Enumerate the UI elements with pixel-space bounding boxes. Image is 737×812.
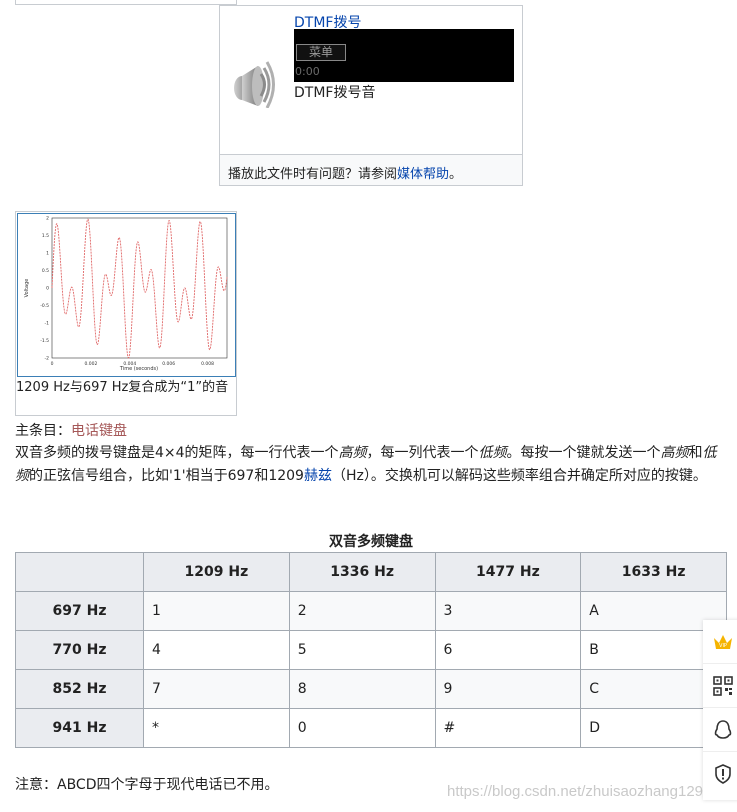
chart-y-tick-label: -1 [45, 321, 50, 327]
table-cell: * [143, 708, 290, 748]
dtmf-waveform-chart[interactable]: 0 0.002 0.004 0.006 0.008 2 1.5 1 0.5 0 -0.5 -1 -1.… [17, 213, 236, 377]
chart-xlabel: Time (seconds) [119, 366, 158, 372]
chart-x-tick-label: 0.008 [201, 361, 214, 367]
para-text-2: ，每一列代表一个 [366, 445, 479, 461]
table-row: 770 Hz 4 5 6 B [15, 630, 727, 670]
table-row: 852 Hz 7 8 9 C [15, 669, 727, 709]
table-cell: # [434, 708, 582, 748]
main-item-line: 主条目：电话键盘 [15, 420, 127, 440]
qq-penguin-icon[interactable] [703, 708, 737, 752]
main-item-prefix: 主条目： [15, 423, 71, 439]
figure-caption: 1209 Hz与697 Hz复合成为“1”的音 [16, 380, 229, 395]
table-cell: 7 [143, 669, 290, 709]
media-help-text: 播放此文件时有问题？请参阅媒体帮助。 [228, 163, 462, 182]
speaker-icon[interactable] [230, 56, 278, 108]
previous-box-edge [15, 0, 237, 5]
player-menu-button[interactable]: 菜单 [296, 44, 346, 61]
table-cell: 6 [434, 630, 582, 670]
chart-series-line [51, 218, 228, 359]
player-time: 0:00 [295, 65, 320, 78]
media-help-suffix: 。 [449, 167, 463, 182]
chart-x-tick-label: 0 [51, 361, 54, 367]
table-header-row: 1209 Hz 1336 Hz 1477 Hz 1633 Hz [15, 552, 727, 592]
row-header: 697 Hz [15, 591, 144, 631]
dtmf-keypad-table: 1209 Hz 1336 Hz 1477 Hz 1633 Hz 697 Hz 1… [15, 552, 727, 748]
figure-box: 0 0.002 0.004 0.006 0.008 2 1.5 1 0.5 0 -0.5 -1 -1.… [15, 211, 237, 416]
para-italic-1: 高频 [338, 445, 367, 461]
svg-text:VIP: VIP [719, 643, 727, 649]
main-item-link[interactable]: 电话键盘 [71, 423, 127, 439]
para-text-4: 和 [688, 445, 703, 461]
table-cell: 2 [288, 591, 436, 631]
col-header: 1633 Hz [580, 552, 727, 592]
floating-side-toolbar: VIP [703, 620, 737, 800]
table-cell: 1 [143, 591, 290, 631]
chart-y-tick-label: -1.5 [40, 338, 49, 344]
chart-y-tick-label: 0 [46, 286, 49, 292]
table-cell: 0 [288, 708, 436, 748]
media-player-inner: DTMF拨号 菜单 0:00 DTMF拨号音 [220, 6, 522, 155]
chart-x-tick-label: 0.006 [162, 361, 175, 367]
col-header: 1477 Hz [434, 552, 582, 592]
chart-svg: 0 0.002 0.004 0.006 0.008 21.510.50-0.5-1-1.… [24, 216, 228, 372]
chart-y-tick-label: -2 [45, 356, 50, 362]
vip-crown-icon[interactable]: VIP [703, 620, 737, 664]
row-header: 852 Hz [15, 669, 144, 709]
description-paragraph: 双音多频的拨号键盘是4×4的矩阵，每一行代表一个高频，每一列代表一个低频。每按一… [15, 442, 720, 488]
chart-y-tick-label: 0.5 [42, 268, 49, 274]
media-description: DTMF拨号音 [294, 85, 376, 101]
media-player-box: DTMF拨号 菜单 0:00 DTMF拨号音 播放此文件时有问题？请参阅媒体帮助… [219, 5, 523, 186]
chart-x-tick-label: 0.002 [84, 361, 97, 367]
chart-plot-frame [51, 217, 228, 359]
table-cell: 8 [288, 669, 436, 709]
chart-y-tick-label: 1 [46, 251, 49, 257]
table-corner-cell [15, 552, 144, 592]
chart-ylabel: Voltage [24, 279, 30, 298]
table-row: 941 Hz * 0 # D [15, 708, 727, 748]
chart-y-tick-label: 1.5 [42, 233, 49, 239]
para-text-6: （Hz）。交换机可以解码这些频率组合并确定所对应的按键。 [331, 468, 707, 484]
col-header: 1336 Hz [288, 552, 436, 592]
table-cell: 5 [288, 630, 436, 670]
media-help-prefix: 播放此文件时有问题？请参阅 [228, 167, 398, 182]
hertz-link[interactable]: 赫兹 [304, 468, 332, 484]
para-italic-2: 低频 [478, 445, 507, 461]
para-text-3: 。每按一个键就发送一个 [506, 445, 661, 461]
col-header: 1209 Hz [143, 552, 290, 592]
qr-code-icon[interactable] [703, 664, 737, 708]
row-header: 941 Hz [15, 708, 144, 748]
chart-y-tick-label: -0.5 [40, 303, 49, 309]
table-row: 697 Hz 1 2 3 A [15, 591, 727, 631]
table-cell: 3 [434, 591, 582, 631]
para-text-1: 双音多频的拨号键盘是4×4的矩阵，每一行代表一个 [15, 445, 339, 461]
row-header: 770 Hz [15, 630, 144, 670]
report-shield-icon[interactable] [703, 752, 737, 796]
table-cell: 9 [434, 669, 582, 709]
table-cell: 4 [143, 630, 290, 670]
watermark: https://blog.csdn.net/zhuisaozhang1292 [447, 783, 712, 800]
audio-player[interactable]: 菜单 0:00 [294, 29, 514, 82]
para-italic-3: 高频 [660, 445, 689, 461]
table-caption: 双音多频键盘 [329, 534, 413, 550]
para-text-5: 的正弦信号组合，比如'1'相当于697和1209 [29, 468, 304, 484]
chart-y-tick-label: 2 [46, 216, 49, 222]
note-text: 注意：ABCD四个字母于现代电话已不用。 [15, 777, 279, 793]
media-help-link[interactable]: 媒体帮助 [397, 167, 449, 182]
